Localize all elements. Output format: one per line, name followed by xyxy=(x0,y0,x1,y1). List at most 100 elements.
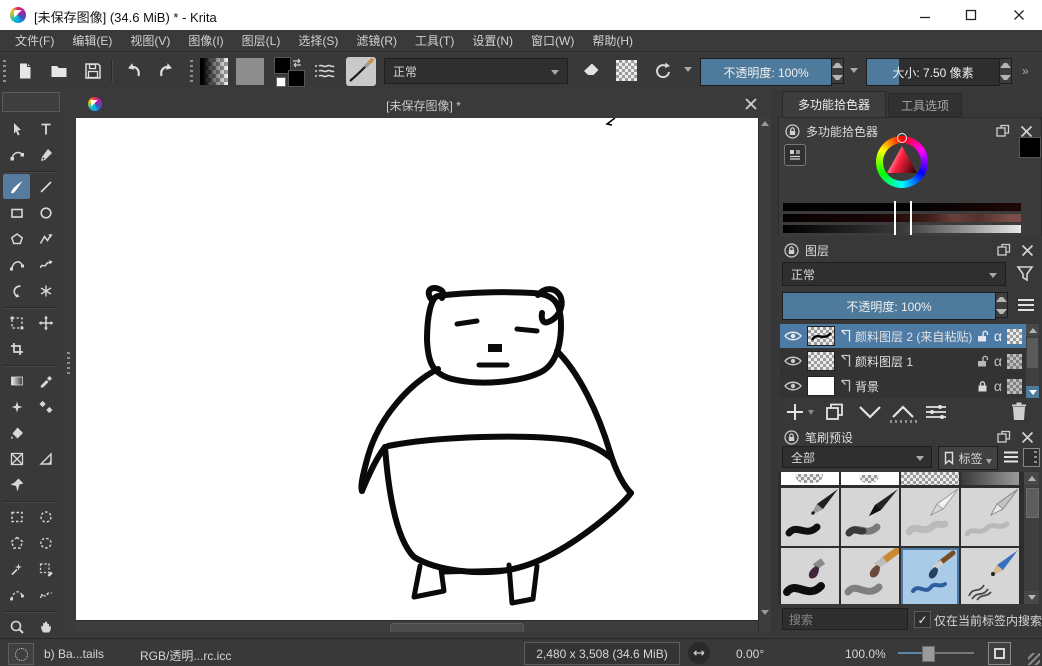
brush-preset-white-pen[interactable] xyxy=(901,488,959,546)
reset-colors-swatch[interactable] xyxy=(276,77,286,87)
brush-preset-watercolor-selected[interactable] xyxy=(901,548,959,604)
layer-opacity-spinner[interactable] xyxy=(995,292,1008,318)
open-document-button[interactable] xyxy=(46,59,72,83)
menu-window[interactable]: 窗口(W) xyxy=(522,30,583,52)
redo-button[interactable] xyxy=(154,59,180,83)
tool-polyline[interactable] xyxy=(32,226,59,251)
presets-close-icon[interactable] xyxy=(1021,431,1034,444)
menu-edit[interactable]: 编辑(E) xyxy=(63,30,121,52)
layer-properties-button[interactable] xyxy=(924,402,948,422)
tool-bezier-curve[interactable] xyxy=(3,252,30,277)
tool-freehand-brush[interactable] xyxy=(3,174,30,199)
brush-preset-pencil[interactable] xyxy=(961,548,1019,604)
delete-layer-button[interactable] xyxy=(1010,401,1028,422)
color-bar-marker[interactable] xyxy=(894,201,912,235)
preset-grid-scrollbar[interactable] xyxy=(1024,472,1039,604)
tags-button[interactable]: 标签 xyxy=(938,446,998,470)
zoom-slider-handle[interactable] xyxy=(922,646,935,662)
tool-multibrush[interactable] xyxy=(32,278,59,303)
opacity-slider[interactable]: 不透明度: 100% xyxy=(700,58,832,86)
tool-fill[interactable] xyxy=(3,420,30,445)
hue-ring[interactable] xyxy=(876,136,928,188)
duplicate-layer-button[interactable] xyxy=(824,402,846,422)
background-color-swatch[interactable] xyxy=(288,70,305,87)
menu-filter[interactable]: 滤镜(R) xyxy=(347,30,406,52)
tool-calligraphy[interactable] xyxy=(32,142,59,167)
blending-mode-dropdown[interactable]: 正常 xyxy=(384,58,568,84)
menu-help[interactable]: 帮助(H) xyxy=(583,30,642,52)
toolbar-drag-handle2[interactable] xyxy=(190,60,193,82)
menu-view[interactable]: 视图(V) xyxy=(121,30,179,52)
zoom-slider-track[interactable] xyxy=(898,652,974,654)
layer-lock-closed-icon[interactable] xyxy=(976,379,989,393)
canvas-close-icon[interactable] xyxy=(744,97,758,111)
menu-file[interactable]: 文件(F) xyxy=(6,30,63,52)
maximize-button[interactable] xyxy=(948,0,994,30)
layer-alpha-lock-icon[interactable]: α xyxy=(994,353,1002,369)
preset-scroll-down[interactable] xyxy=(1024,591,1039,604)
foreground-background-colors[interactable] xyxy=(274,57,304,86)
presets-float-icon[interactable] xyxy=(997,430,1011,444)
tab-tool-options[interactable]: 工具选项 xyxy=(888,93,962,117)
opacity-options-caret[interactable] xyxy=(850,68,858,73)
tool-zoom[interactable] xyxy=(3,614,30,639)
color-selector-settings-button[interactable] xyxy=(784,144,806,166)
toolbox-splitter[interactable] xyxy=(62,90,76,638)
close-button[interactable] xyxy=(996,0,1042,30)
brush-size-slider[interactable]: 大小: 7.50 像素 xyxy=(866,58,1000,86)
toolbar-drag-handle[interactable] xyxy=(3,60,6,82)
pattern-chooser[interactable] xyxy=(236,58,264,85)
layer-thumbnail[interactable] xyxy=(807,326,835,346)
opacity-spinner[interactable] xyxy=(831,58,844,84)
tool-ellipse[interactable] xyxy=(32,200,59,225)
menu-select[interactable]: 选择(S) xyxy=(289,30,347,52)
menu-layer[interactable]: 图层(L) xyxy=(233,30,290,52)
reload-preset-button[interactable] xyxy=(650,59,676,83)
add-layer-button[interactable] xyxy=(785,402,805,422)
reload-dropdown-caret[interactable] xyxy=(684,67,692,72)
layer-row-paint1[interactable]: 颜料图层 1 α xyxy=(780,349,1026,373)
minimize-button[interactable] xyxy=(902,0,948,30)
toolbar-overflow-chevron[interactable]: » xyxy=(1022,64,1029,78)
zoom-fit-button[interactable] xyxy=(988,642,1011,665)
brush-preset-marker[interactable] xyxy=(841,488,899,546)
save-button[interactable] xyxy=(80,59,106,83)
presets-display-mode-button[interactable] xyxy=(1023,448,1040,467)
tool-text[interactable] xyxy=(32,116,59,141)
tool-line[interactable] xyxy=(32,174,59,199)
tool-edit-shapes[interactable] xyxy=(3,142,30,167)
tool-similar-color-select[interactable] xyxy=(32,556,59,581)
tool-gradient[interactable] xyxy=(3,368,30,393)
brush-preset-partial[interactable] xyxy=(961,472,1019,485)
menu-settings[interactable]: 设置(N) xyxy=(463,30,522,52)
tool-freehand-path[interactable] xyxy=(32,252,59,277)
hue-marker[interactable] xyxy=(897,133,907,143)
tool-select-shapes[interactable] xyxy=(3,116,30,141)
eraser-mode-button[interactable] xyxy=(578,59,604,83)
preserve-alpha-button[interactable] xyxy=(616,60,637,81)
layer-blend-mode-dropdown[interactable]: 正常 xyxy=(782,262,1006,286)
close-docker-icon[interactable] xyxy=(1020,125,1033,138)
layer-scroll-down[interactable] xyxy=(1026,386,1039,398)
layers-float-icon[interactable] xyxy=(997,243,1011,257)
layer-alpha-lock-icon[interactable]: α xyxy=(994,378,1002,394)
layers-lock-icon[interactable] xyxy=(784,243,799,258)
layer-inherit-alpha-icon[interactable] xyxy=(1007,329,1022,344)
size-spinner[interactable] xyxy=(999,58,1012,84)
layer-visible-icon[interactable] xyxy=(784,380,802,392)
layer-alpha-lock-icon[interactable]: α xyxy=(994,328,1002,344)
tool-polygon-select[interactable] xyxy=(3,530,30,555)
add-layer-caret[interactable] xyxy=(808,410,814,415)
layer-inherit-alpha-icon[interactable] xyxy=(1007,379,1022,394)
choose-brush-preset-button[interactable] xyxy=(312,59,338,83)
presets-menu-icon[interactable] xyxy=(1002,448,1020,466)
new-document-button[interactable] xyxy=(12,59,38,83)
tool-color-sampler[interactable] xyxy=(32,368,59,393)
brush-preset-paintbrush[interactable] xyxy=(781,548,839,604)
selection-display-mode-button[interactable] xyxy=(8,643,34,665)
brush-preset-partial[interactable] xyxy=(901,472,959,485)
brush-preset-partial[interactable] xyxy=(841,472,899,485)
move-layer-up-button[interactable] xyxy=(891,404,915,420)
preset-filter-dropdown[interactable]: 全部 xyxy=(782,446,932,468)
menu-tools[interactable]: 工具(T) xyxy=(406,30,463,52)
